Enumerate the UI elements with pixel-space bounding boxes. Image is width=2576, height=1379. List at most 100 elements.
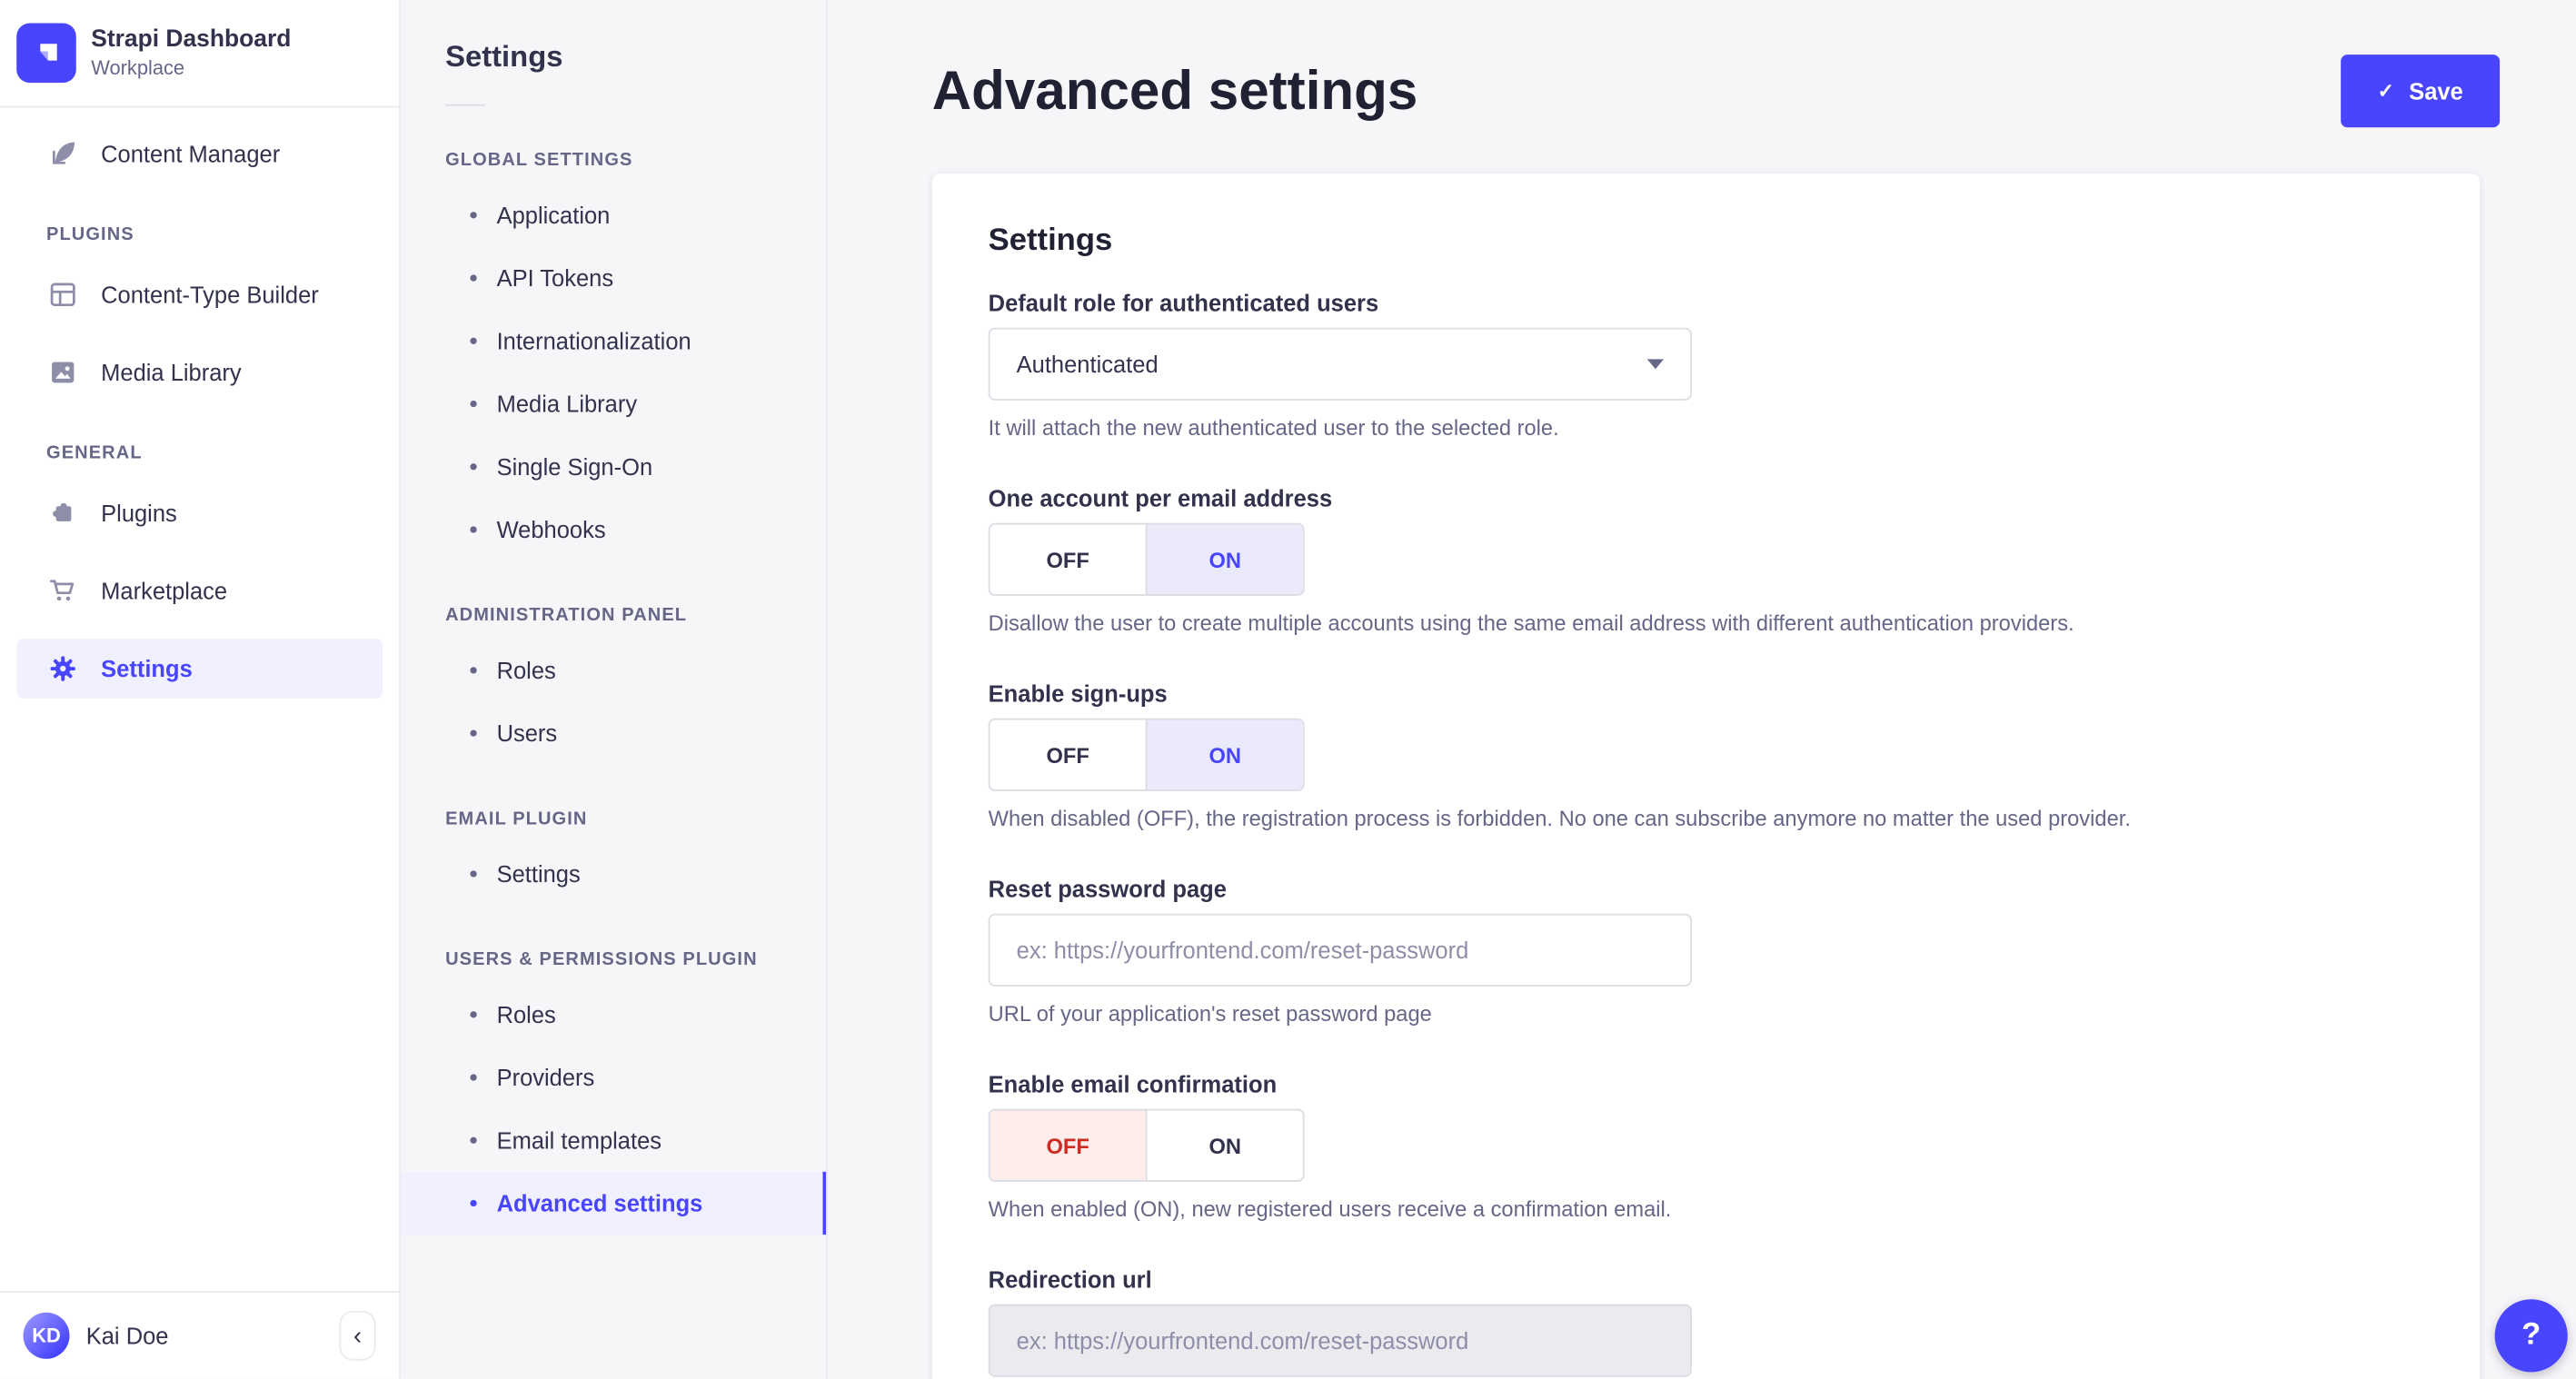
bullet-icon: [470, 274, 477, 282]
field-hint: Disallow the user to create multiple acc…: [988, 610, 2074, 636]
field-redirection-url: Redirection url: [988, 1265, 2424, 1377]
sidebar-item-settings[interactable]: Settings: [16, 639, 383, 699]
subnav-item-providers[interactable]: Providers: [401, 1046, 826, 1108]
bullet-icon: [470, 1011, 477, 1018]
chevron-left-icon: ‹: [353, 1321, 363, 1350]
toggle-off-button[interactable]: OFF: [990, 720, 1145, 790]
help-button[interactable]: ?: [2494, 1299, 2568, 1373]
bullet-icon: [470, 463, 477, 471]
brand: Strapi Dashboard Workplace: [0, 0, 400, 108]
sidebar-item-label: Settings: [101, 655, 193, 682]
brand-name: Strapi Dashboard: [91, 26, 292, 55]
toggle-on-button[interactable]: ON: [1145, 1110, 1303, 1181]
sidebar-footer: KD Kai Doe ‹: [0, 1291, 400, 1379]
subnav-item-email-settings[interactable]: Settings: [401, 842, 826, 905]
page-header: Advanced settings ✓ Save: [931, 55, 2501, 128]
subnav-item-webhooks[interactable]: Webhooks: [401, 498, 826, 561]
sidebar-item-label: Content Manager: [101, 140, 281, 168]
layout-grid-icon: [46, 278, 79, 311]
save-button[interactable]: ✓ Save: [2341, 55, 2501, 128]
enable-email-confirmation-toggle: OFF ON: [988, 1108, 1305, 1182]
field-label: Reset password page: [988, 875, 1227, 902]
field-one-account-per-email: One account per email address OFF ON Dis…: [988, 484, 2424, 636]
field-enable-sign-ups: Enable sign-ups OFF ON When disabled (OF…: [988, 680, 2424, 831]
avatar: KD: [23, 1312, 70, 1359]
default-role-select[interactable]: Authenticated: [988, 327, 1692, 401]
bullet-icon: [470, 667, 477, 674]
field-enable-email-confirmation: Enable email confirmation OFF ON When en…: [988, 1070, 2424, 1222]
subnav-item-admin-users[interactable]: Users: [401, 701, 826, 764]
collapse-sidebar-button[interactable]: ‹: [339, 1310, 376, 1361]
field-hint: When disabled (OFF), the registration pr…: [988, 806, 2131, 831]
sidebar-item-label: Plugins: [101, 500, 177, 527]
toggle-off-button[interactable]: OFF: [990, 525, 1145, 595]
subnav-item-single-sign-on[interactable]: Single Sign-On: [401, 435, 826, 498]
subnav-item-media-library[interactable]: Media Library: [401, 372, 826, 435]
sidebar-item-content-type-builder[interactable]: Content-Type Builder: [16, 265, 383, 325]
bullet-icon: [470, 526, 477, 533]
sidebar-section-general: GENERAL: [46, 443, 143, 464]
settings-subnav: Settings GLOBAL SETTINGS Application API…: [400, 0, 828, 1379]
sidebar-item-plugins[interactable]: Plugins: [16, 483, 383, 543]
brand-workspace: Workplace: [91, 55, 185, 79]
sidebar-item-label: Media Library: [101, 359, 242, 386]
sidebar-item-marketplace[interactable]: Marketplace: [16, 561, 383, 621]
bullet-icon: [470, 337, 477, 344]
bullet-icon: [470, 1074, 477, 1081]
subnav-item-api-tokens[interactable]: API Tokens: [401, 246, 826, 309]
settings-card: Settings Default role for authenticated …: [931, 174, 2481, 1379]
subnav-section-users-permissions-plugin: USERS & PERMISSIONS PLUGIN: [445, 949, 758, 970]
select-value: Authenticated: [1016, 351, 1159, 378]
picture-icon: [46, 356, 79, 389]
one-account-per-email-toggle: OFF ON: [988, 522, 1305, 596]
chevron-down-icon: [1646, 359, 1665, 370]
subnav-item-application[interactable]: Application: [401, 184, 826, 246]
strapi-logo-icon: [16, 23, 76, 84]
subnav-item-admin-roles[interactable]: Roles: [401, 639, 826, 701]
sidebar-item-media-library[interactable]: Media Library: [16, 342, 383, 402]
field-label: Redirection url: [988, 1265, 1152, 1293]
field-reset-password-page: Reset password page URL of your applicat…: [988, 875, 2424, 1027]
sidebar: Strapi Dashboard Workplace Content Manag…: [0, 0, 401, 1379]
toggle-on-button[interactable]: ON: [1145, 524, 1303, 595]
save-button-label: Save: [2409, 77, 2463, 104]
shopping-cart-icon: [46, 574, 79, 607]
user-name: Kai Doe: [85, 1322, 169, 1349]
card-title: Settings: [988, 223, 1113, 259]
bullet-icon: [470, 870, 477, 878]
subnav-section-global-settings: GLOBAL SETTINGS: [445, 150, 633, 171]
subnav-item-advanced-settings[interactable]: Advanced settings: [400, 1171, 827, 1235]
sidebar-item-content-manager[interactable]: Content Manager: [16, 124, 383, 184]
subnav-item-email-templates[interactable]: Email templates: [401, 1109, 826, 1172]
field-label: Enable email confirmation: [988, 1070, 1278, 1097]
sidebar-item-label: Content-Type Builder: [101, 281, 319, 308]
bullet-icon: [470, 1136, 477, 1144]
bullet-icon: [470, 729, 477, 737]
toggle-off-button[interactable]: OFF: [990, 1110, 1146, 1181]
reset-password-page-input[interactable]: [988, 913, 1692, 987]
field-label: Default role for authenticated users: [988, 289, 1379, 316]
field-hint: It will attach the new authenticated use…: [988, 415, 1559, 441]
subnav-item-internationalization[interactable]: Internationalization: [401, 310, 826, 372]
app-root: Strapi Dashboard Workplace Content Manag…: [0, 0, 2576, 1379]
sidebar-section-plugins: PLUGINS: [46, 224, 134, 245]
bullet-icon: [470, 212, 477, 219]
question-mark-icon: ?: [2521, 1317, 2541, 1353]
check-icon: ✓: [2377, 79, 2394, 103]
feather-pen-icon: [46, 137, 79, 170]
bullet-icon: [470, 400, 477, 408]
puzzle-icon: [46, 497, 79, 530]
sidebar-nav: Content Manager PLUGINS Content-Type Bui…: [0, 107, 399, 1291]
main-content: Advanced settings ✓ Save Settings Defaul…: [828, 0, 2576, 1379]
page-title: Advanced settings: [931, 59, 1418, 121]
subnav-divider: [445, 104, 485, 106]
field-default-role: Default role for authenticated users Aut…: [988, 289, 2424, 441]
redirection-url-input: [988, 1304, 1692, 1377]
subnav-item-up-roles[interactable]: Roles: [401, 983, 826, 1046]
subnav-section-email-plugin: EMAIL PLUGIN: [445, 809, 588, 829]
gear-icon: [46, 652, 79, 685]
field-hint: URL of your application's reset password…: [988, 1001, 1432, 1027]
toggle-on-button[interactable]: ON: [1145, 719, 1303, 790]
field-label: One account per email address: [988, 484, 1333, 511]
subnav-section-administration-panel: ADMINISTRATION PANEL: [445, 605, 688, 626]
